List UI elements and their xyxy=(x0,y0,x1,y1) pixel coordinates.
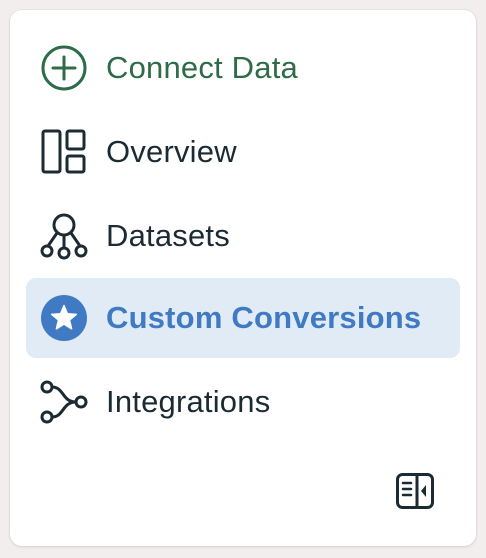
sidebar-item-label: Overview xyxy=(106,134,237,169)
star-circle-icon xyxy=(40,294,88,342)
sidebar-panel: Connect Data Overview Datasets Custom Co… xyxy=(10,10,476,546)
sidebar-item-label: Datasets xyxy=(106,218,230,253)
sidebar-item-integrations[interactable]: Integrations xyxy=(26,362,460,442)
integrations-icon xyxy=(40,378,88,426)
sidebar-item-datasets[interactable]: Datasets xyxy=(26,196,460,276)
sidebar-item-connect-data[interactable]: Connect Data xyxy=(26,28,460,108)
sidebar-item-overview[interactable]: Overview xyxy=(26,112,460,192)
plus-circle-icon xyxy=(40,44,88,92)
dataset-graph-icon xyxy=(40,212,88,260)
collapse-sidebar-icon xyxy=(396,472,434,514)
collapse-sidebar-button[interactable] xyxy=(394,472,436,514)
layout-icon xyxy=(40,128,88,176)
sidebar-item-label: Custom Conversions xyxy=(106,300,422,335)
sidebar-item-label: Integrations xyxy=(106,384,271,419)
sidebar-item-custom-conversions[interactable]: Custom Conversions xyxy=(26,278,460,358)
sidebar-item-label: Connect Data xyxy=(106,50,298,85)
